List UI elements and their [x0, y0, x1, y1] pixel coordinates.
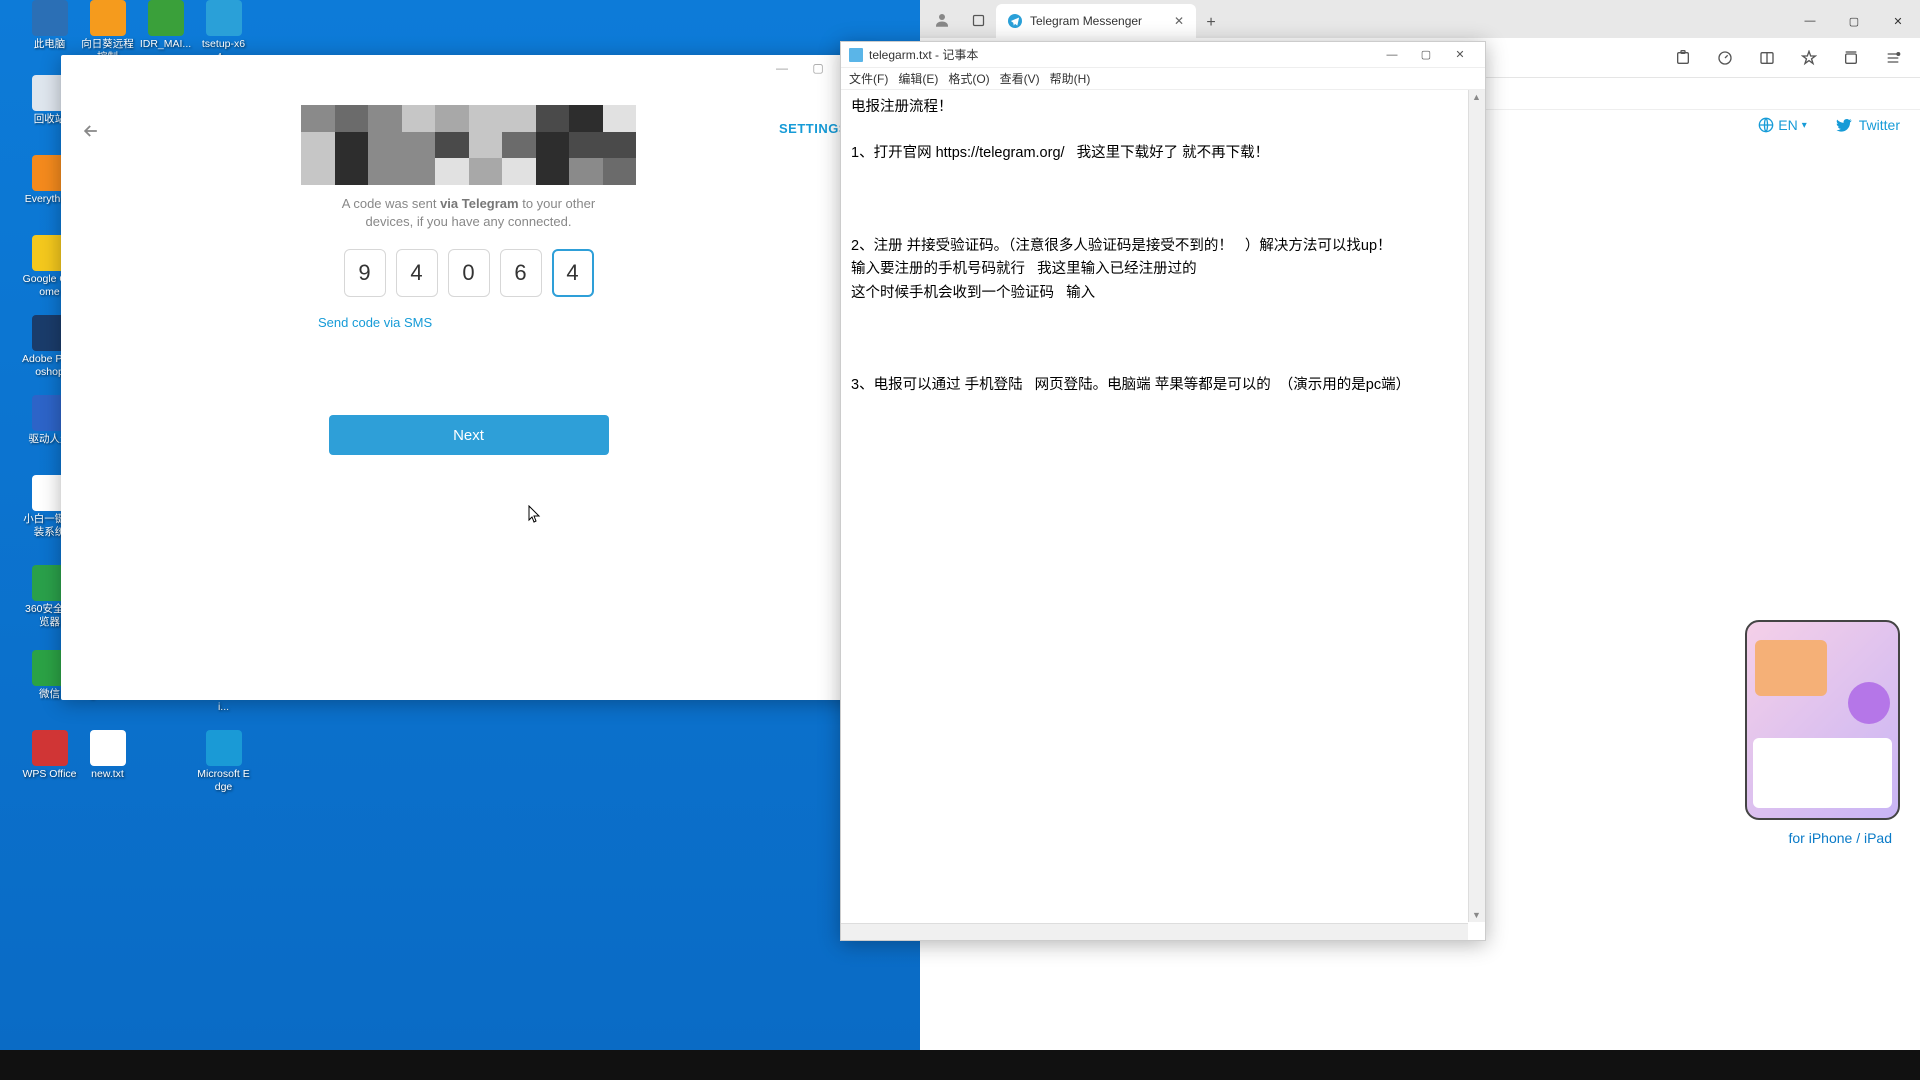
notepad-close-button[interactable]: ✕: [1443, 44, 1477, 66]
code-input-row: 94064: [81, 249, 856, 297]
desktop-icon[interactable]: WPS Office: [22, 730, 77, 781]
notepad-minimize-button[interactable]: ―: [1375, 44, 1409, 66]
menu-item[interactable]: 编辑(E): [898, 70, 938, 87]
vertical-scrollbar[interactable]: [1468, 90, 1485, 922]
app-icon: [32, 0, 68, 36]
telegram-titlebar: ― ▢ ✕: [61, 55, 876, 81]
more-icon[interactable]: [1876, 41, 1910, 75]
code-digit-2[interactable]: 4: [396, 249, 438, 297]
icon-label: Microsoft Edge: [196, 768, 251, 793]
promo-caption[interactable]: for iPhone / iPad: [1788, 830, 1892, 846]
desktop-icon[interactable]: Microsoft Edge: [196, 730, 251, 793]
menu-item[interactable]: 格式(O): [948, 70, 989, 87]
notepad-icon: [849, 48, 863, 62]
code-hint: A code was sent via Telegram to your oth…: [339, 195, 599, 231]
notepad-titlebar: telegarm.txt - 记事本 ― ▢ ✕: [841, 42, 1485, 68]
twitter-link[interactable]: Twitter: [1835, 116, 1900, 134]
promo-image: [1745, 620, 1900, 820]
telegram-icon: [1008, 14, 1022, 28]
back-button[interactable]: [81, 121, 101, 147]
app-icon: [148, 0, 184, 36]
globe-icon: [1758, 117, 1774, 133]
code-digit-1[interactable]: 9: [344, 249, 386, 297]
code-digit-5[interactable]: 4: [552, 249, 594, 297]
twitter-icon: [1835, 116, 1853, 134]
app-icon: [32, 730, 68, 766]
tab-title: Telegram Messenger: [1030, 14, 1142, 28]
app-icon: [90, 0, 126, 36]
next-button[interactable]: Next: [329, 415, 609, 455]
taskbar[interactable]: [0, 1050, 1920, 1080]
favorites-icon[interactable]: [1792, 41, 1826, 75]
code-digit-4[interactable]: 6: [500, 249, 542, 297]
send-sms-link[interactable]: Send code via SMS: [318, 315, 856, 330]
notepad-maximize-button[interactable]: ▢: [1409, 44, 1443, 66]
browser-close-button[interactable]: ✕: [1876, 4, 1920, 38]
app-icon: [90, 730, 126, 766]
performance-icon[interactable]: [1708, 41, 1742, 75]
browser-tab[interactable]: Telegram Messenger ✕: [996, 4, 1196, 38]
settings-link[interactable]: SETTINGS: [779, 121, 848, 136]
telegram-minimize-button[interactable]: ―: [764, 55, 800, 81]
desktop-icon[interactable]: IDR_MAI...: [138, 0, 193, 51]
app-icon: [206, 0, 242, 36]
menu-item[interactable]: 文件(F): [849, 70, 888, 87]
app-icon: [206, 730, 242, 766]
browser-minimize-button[interactable]: ―: [1788, 4, 1832, 38]
telegram-maximize-button[interactable]: ▢: [800, 55, 836, 81]
icon-label: IDR_MAI...: [138, 38, 193, 51]
desktop-icon[interactable]: new.txt: [80, 730, 135, 781]
notepad-content[interactable]: 电报注册流程！ 1、打开官网 https://telegram.org/ 我这里…: [841, 90, 1485, 403]
collections-icon[interactable]: [1834, 41, 1868, 75]
icon-label: WPS Office: [22, 768, 77, 781]
extensions-icon[interactable]: [1666, 41, 1700, 75]
tab-actions-button[interactable]: [960, 2, 996, 38]
notepad-title: telegarm.txt - 记事本: [869, 46, 978, 63]
mouse-cursor: [527, 505, 543, 530]
menu-item[interactable]: 查看(V): [1000, 70, 1040, 87]
language-selector[interactable]: EN ▾: [1758, 117, 1806, 133]
arrow-left-icon: [81, 121, 101, 141]
horizontal-scrollbar[interactable]: [841, 923, 1468, 940]
icon-label: 此电脑: [22, 38, 77, 51]
notepad-window: telegarm.txt - 记事本 ― ▢ ✕ 文件(F) 编辑(E) 格式(O)…: [840, 41, 1486, 941]
browser-tabstrip: Telegram Messenger ✕ + ― ▢ ✕: [920, 0, 1920, 38]
new-tab-button[interactable]: +: [1196, 8, 1226, 38]
split-screen-icon[interactable]: [1750, 41, 1784, 75]
tab-close-icon[interactable]: ✕: [1174, 14, 1184, 28]
desktop-icon[interactable]: 此电脑: [22, 0, 77, 51]
profile-button[interactable]: [924, 2, 960, 38]
menu-item[interactable]: 帮助(H): [1050, 70, 1091, 87]
desktop-icon[interactable]: tsetup-x64...: [196, 0, 251, 63]
phone-number-blurred: [301, 105, 636, 185]
notepad-menu: 文件(F) 编辑(E) 格式(O) 查看(V) 帮助(H): [841, 68, 1485, 90]
browser-maximize-button[interactable]: ▢: [1832, 4, 1876, 38]
desktop-icon[interactable]: 向日葵远程控制: [80, 0, 135, 63]
desktop[interactable]: 此电脑向日葵远程控制IDR_MAI...tsetup-x64...回收站Ever…: [0, 0, 1920, 1050]
telegram-window: ― ▢ ✕ SETTINGS A code was sent via Teleg…: [61, 55, 876, 700]
code-digit-3[interactable]: 0: [448, 249, 490, 297]
icon-label: new.txt: [80, 768, 135, 781]
chevron-down-icon: ▾: [1802, 120, 1807, 131]
